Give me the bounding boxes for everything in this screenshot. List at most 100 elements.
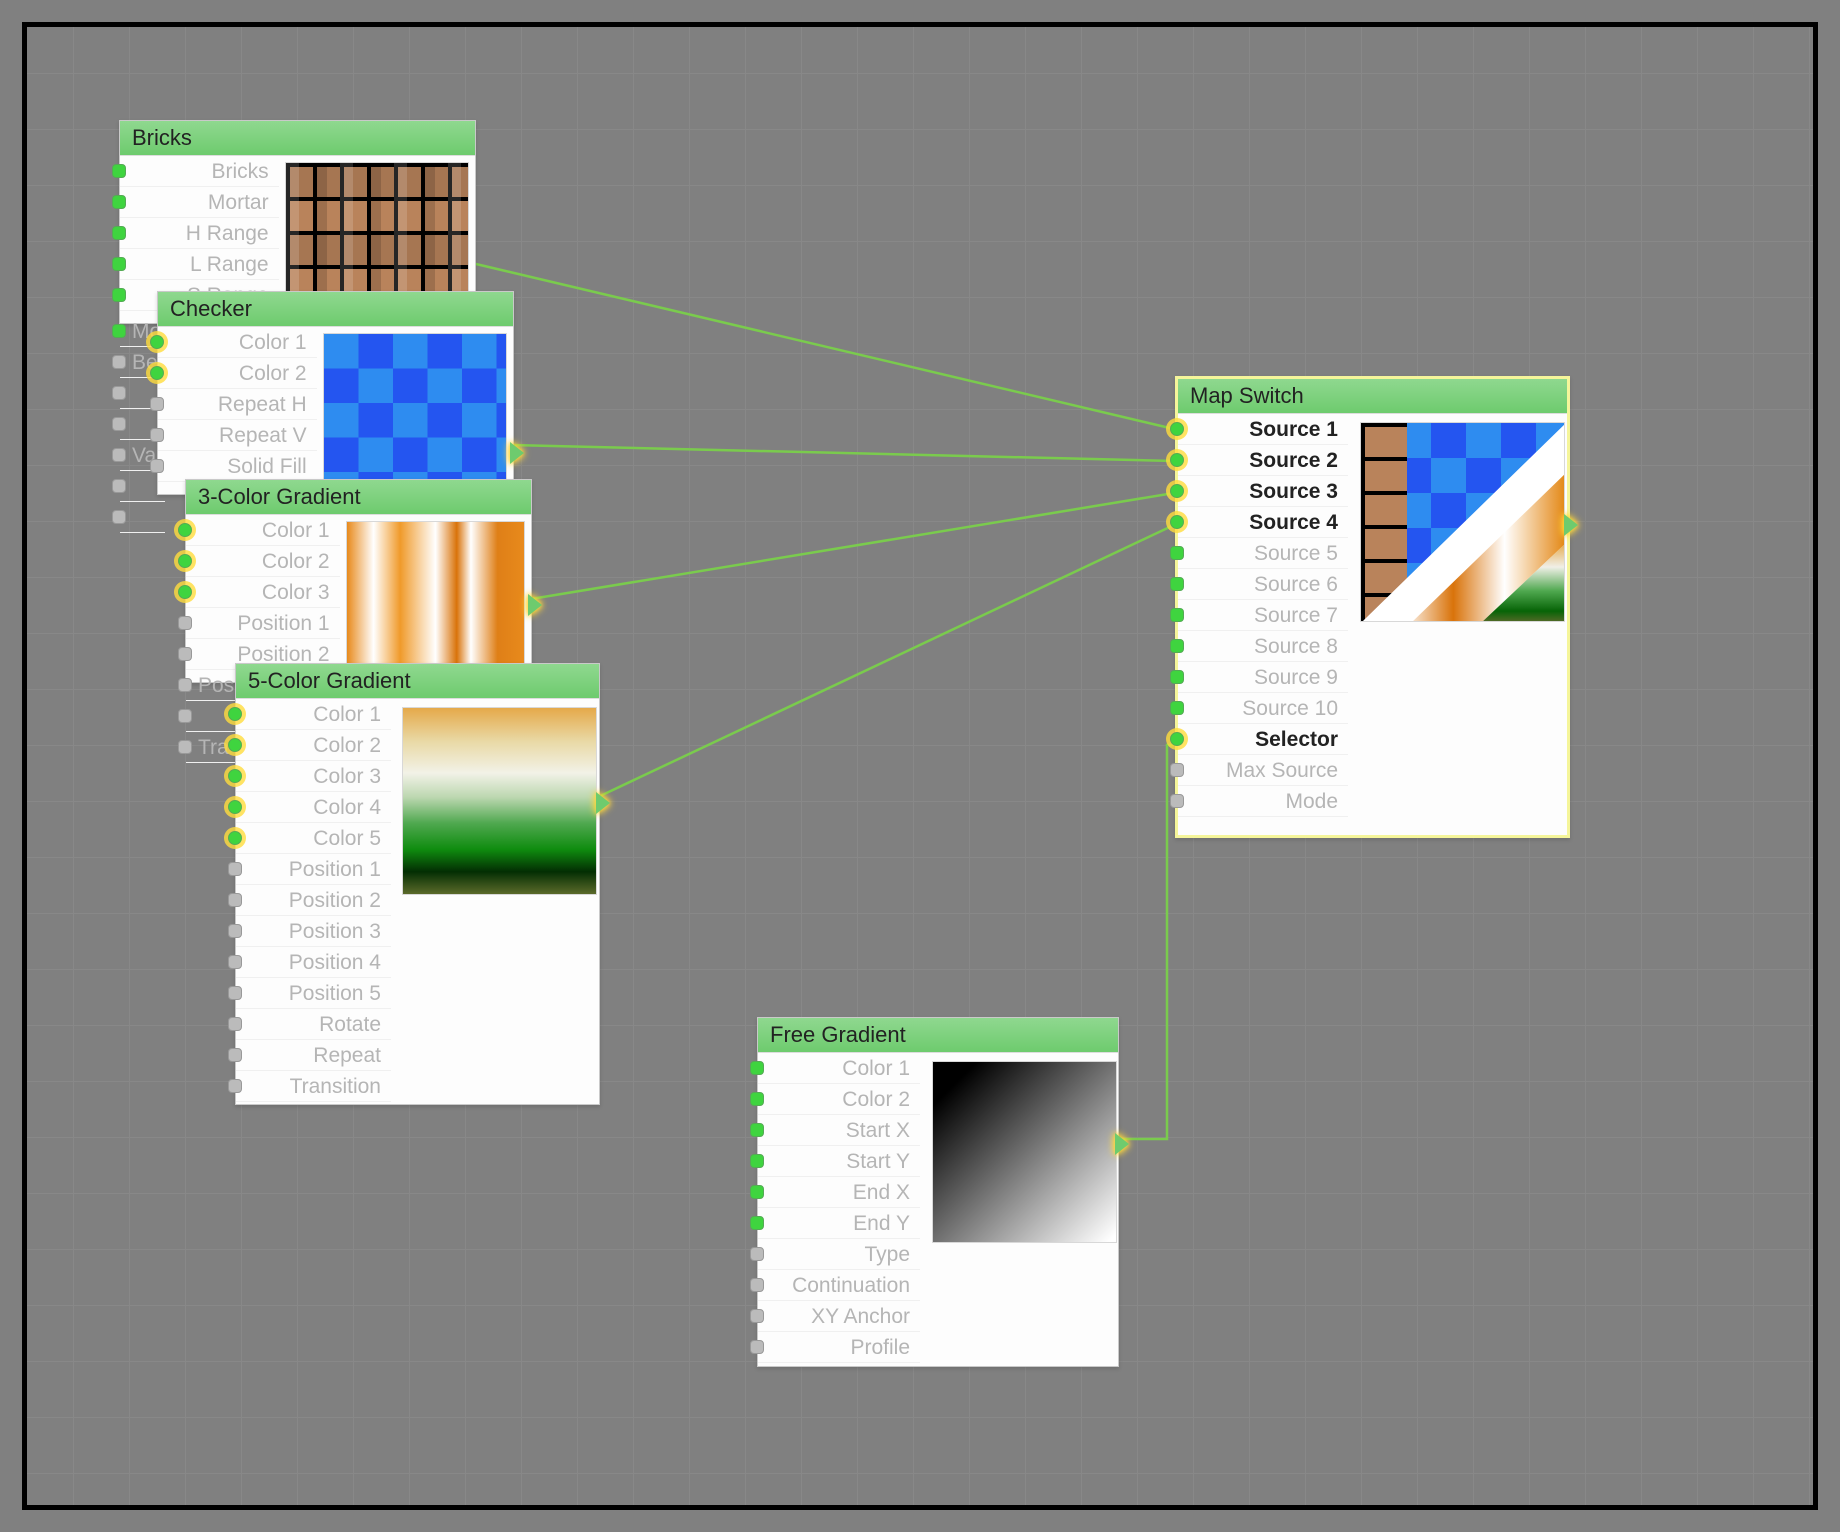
param-row[interactable]: Position 2 xyxy=(236,885,391,916)
param-row[interactable]: Rotate xyxy=(236,1009,391,1040)
input-port[interactable] xyxy=(1170,577,1184,591)
output-port[interactable] xyxy=(596,792,610,814)
output-port[interactable] xyxy=(1564,514,1578,536)
param-row[interactable]: Selector xyxy=(1178,724,1348,755)
input-port[interactable] xyxy=(750,1185,764,1199)
param-row[interactable]: Bricks xyxy=(120,156,279,187)
node-checker[interactable]: Checker Color 1 Color 2 Repeat H Repeat … xyxy=(157,291,514,495)
input-port[interactable] xyxy=(1170,763,1184,777)
input-port[interactable] xyxy=(178,523,192,537)
param-row[interactable]: Source 2 xyxy=(1178,445,1348,476)
param-row[interactable]: Position 1 xyxy=(236,854,391,885)
node-title[interactable]: 3-Color Gradient xyxy=(186,480,531,515)
input-port[interactable] xyxy=(112,226,126,240)
input-port[interactable] xyxy=(228,893,242,907)
param-row[interactable]: Position 1 xyxy=(186,608,340,639)
param-row[interactable]: Color 2 xyxy=(758,1084,920,1115)
input-port[interactable] xyxy=(228,924,242,938)
input-port[interactable] xyxy=(150,428,164,442)
input-port[interactable] xyxy=(1170,515,1184,529)
node-map-switch[interactable]: Map Switch Source 1 Source 2 Source 3 So… xyxy=(1175,376,1570,838)
input-port[interactable] xyxy=(1170,453,1184,467)
output-port[interactable] xyxy=(1115,1133,1129,1155)
node-title[interactable]: Bricks xyxy=(120,121,475,156)
input-port[interactable] xyxy=(228,862,242,876)
input-port[interactable] xyxy=(228,831,242,845)
input-port[interactable] xyxy=(150,366,164,380)
input-port[interactable] xyxy=(750,1340,764,1354)
param-row[interactable]: Source 9 xyxy=(1178,662,1348,693)
param-row[interactable]: Position 3 xyxy=(236,916,391,947)
input-port[interactable] xyxy=(178,585,192,599)
param-row[interactable]: Color 2 xyxy=(236,730,391,761)
input-port[interactable] xyxy=(112,417,126,431)
param-row[interactable]: Type xyxy=(758,1239,920,1270)
input-port[interactable] xyxy=(1170,546,1184,560)
input-port[interactable] xyxy=(150,459,164,473)
param-row[interactable]: Transition xyxy=(236,1071,391,1102)
node-title[interactable]: Free Gradient xyxy=(758,1018,1118,1053)
input-port[interactable] xyxy=(1170,422,1184,436)
input-port[interactable] xyxy=(150,335,164,349)
input-port[interactable] xyxy=(750,1247,764,1261)
param-row[interactable]: Solid Fill xyxy=(158,451,317,482)
input-port[interactable] xyxy=(228,769,242,783)
input-port[interactable] xyxy=(112,288,126,302)
input-port[interactable] xyxy=(178,647,192,661)
param-row[interactable]: Mode xyxy=(1178,786,1348,817)
node-5color-gradient[interactable]: 5-Color Gradient Color 1 Color 2 Color 3… xyxy=(235,663,600,1105)
param-row[interactable]: L Range xyxy=(120,249,279,280)
input-port[interactable] xyxy=(750,1154,764,1168)
param-row[interactable]: Color 1 xyxy=(158,327,317,358)
node-title[interactable]: Map Switch xyxy=(1178,379,1567,414)
input-port[interactable] xyxy=(178,740,192,754)
param-row[interactable]: Color 1 xyxy=(758,1053,920,1084)
input-port[interactable] xyxy=(178,709,192,723)
param-row[interactable]: Color 2 xyxy=(186,546,340,577)
param-row[interactable]: H Range xyxy=(120,218,279,249)
node-title[interactable]: 5-Color Gradient xyxy=(236,664,599,699)
param-row[interactable]: Source 3 xyxy=(1178,476,1348,507)
input-port[interactable] xyxy=(112,257,126,271)
input-port[interactable] xyxy=(1170,794,1184,808)
input-port[interactable] xyxy=(1170,670,1184,684)
input-port[interactable] xyxy=(178,616,192,630)
input-port[interactable] xyxy=(228,1017,242,1031)
input-port[interactable] xyxy=(228,986,242,1000)
input-port[interactable] xyxy=(112,386,126,400)
param-row[interactable]: Source 8 xyxy=(1178,631,1348,662)
param-row[interactable]: Color 3 xyxy=(186,577,340,608)
node-free-gradient[interactable]: Free Gradient Color 1 Color 2 Start X St… xyxy=(757,1017,1119,1367)
input-port[interactable] xyxy=(750,1309,764,1323)
param-row[interactable]: Color 5 xyxy=(236,823,391,854)
input-port[interactable] xyxy=(750,1092,764,1106)
input-port[interactable] xyxy=(112,448,126,462)
node-3color-gradient[interactable]: 3-Color Gradient Color 1 Color 2 Color 3… xyxy=(185,479,532,683)
param-row[interactable]: Color 2 xyxy=(158,358,317,389)
input-port[interactable] xyxy=(112,324,126,338)
input-port[interactable] xyxy=(178,554,192,568)
param-row[interactable]: Color 4 xyxy=(236,792,391,823)
param-row[interactable]: Continuation xyxy=(758,1270,920,1301)
editor-canvas[interactable]: Bricks Bricks Mortar H Range L Range S R… xyxy=(22,22,1818,1510)
input-port[interactable] xyxy=(112,355,126,369)
input-port[interactable] xyxy=(228,707,242,721)
input-port[interactable] xyxy=(1170,608,1184,622)
param-row[interactable]: Source 1 xyxy=(1178,414,1348,445)
input-port[interactable] xyxy=(1170,701,1184,715)
input-port[interactable] xyxy=(228,1079,242,1093)
input-port[interactable] xyxy=(750,1216,764,1230)
param-row[interactable]: Repeat H xyxy=(158,389,317,420)
input-port[interactable] xyxy=(750,1278,764,1292)
param-row[interactable]: Repeat xyxy=(236,1040,391,1071)
param-row[interactable]: Profile xyxy=(758,1332,920,1363)
param-row[interactable]: Start Y xyxy=(758,1146,920,1177)
input-port[interactable] xyxy=(112,195,126,209)
param-row[interactable]: Source 10 xyxy=(1178,693,1348,724)
input-port[interactable] xyxy=(1170,484,1184,498)
param-row[interactable]: Position 4 xyxy=(236,947,391,978)
input-port[interactable] xyxy=(112,510,126,524)
input-port[interactable] xyxy=(750,1123,764,1137)
param-row[interactable]: Source 6 xyxy=(1178,569,1348,600)
input-port[interactable] xyxy=(178,678,192,692)
